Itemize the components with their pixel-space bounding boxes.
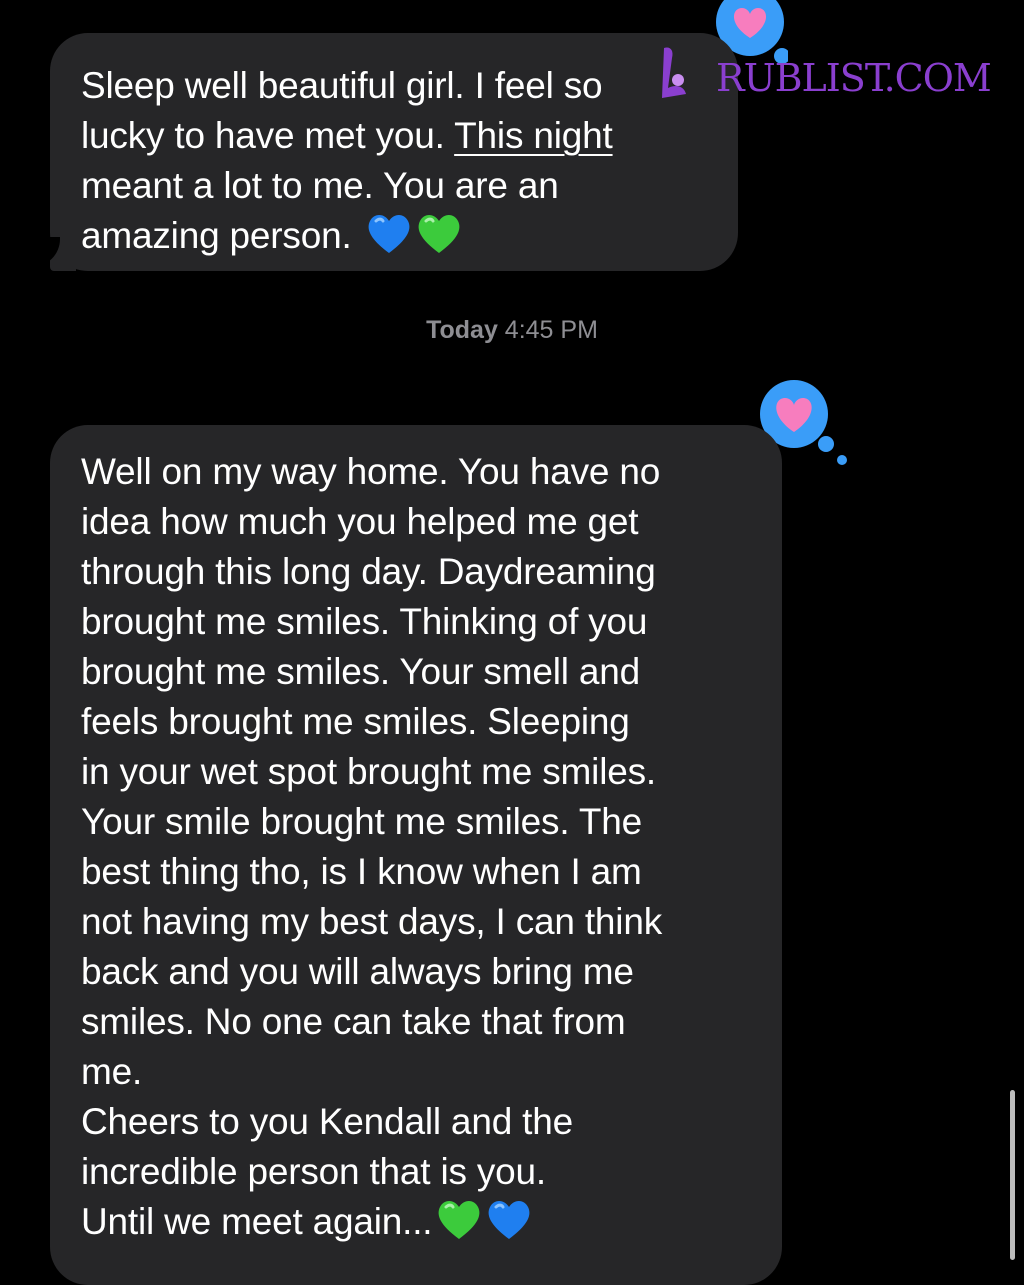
message-bubble[interactable]: Well on my way home. You have no idea ho… bbox=[50, 425, 782, 1285]
message-line: brought me smiles. Thinking of you bbox=[81, 601, 648, 642]
message-line: meant a lot to me. You are an bbox=[81, 165, 559, 206]
message-line: not having my best days, I can think bbox=[81, 901, 663, 942]
blue-heart-icon bbox=[368, 215, 410, 253]
message-line: idea how much you helped me get bbox=[81, 501, 639, 542]
message-line: incredible person that is you. bbox=[81, 1151, 546, 1192]
scrollbar[interactable] bbox=[1010, 1090, 1015, 1260]
timestamp-day: Today bbox=[426, 316, 498, 344]
message-line: brought me smiles. Your smell and bbox=[81, 651, 640, 692]
bubble-tail bbox=[36, 237, 76, 271]
watermark-text: RUBLIST.COM bbox=[716, 56, 992, 100]
message-line: best thing tho, is I know when I am bbox=[81, 851, 642, 892]
message-line: through this long day. Daydreaming bbox=[81, 551, 656, 592]
message-line: back and you will always bring me bbox=[81, 951, 634, 992]
message-line: Your smile brought me smiles. The bbox=[81, 801, 642, 842]
message-line: feels brought me smiles. Sleeping bbox=[81, 701, 630, 742]
blue-heart-icon bbox=[488, 1201, 530, 1239]
message-text: lucky to have met you. bbox=[81, 115, 455, 156]
message-line: amazing person. bbox=[81, 211, 738, 261]
message-line: Until we meet again... bbox=[81, 1197, 782, 1247]
timestamp-time: 4:45 PM bbox=[504, 316, 598, 344]
message-line: in your wet spot brought me smiles. bbox=[81, 751, 656, 792]
timestamp: Today 4:45 PM bbox=[0, 316, 1024, 345]
message-line: Well on my way home. You have no bbox=[81, 451, 661, 492]
data-detector-link[interactable]: This night bbox=[454, 115, 613, 156]
message-line: Sleep well beautiful girl. I feel so bbox=[81, 65, 603, 106]
message-line: Cheers to you Kendall and the bbox=[81, 1101, 573, 1142]
message-line: smiles. No one can take that from bbox=[81, 1001, 626, 1042]
message-text: amazing person. bbox=[81, 215, 362, 256]
green-heart-icon bbox=[438, 1201, 480, 1239]
green-heart-icon bbox=[418, 215, 460, 253]
message-bubble[interactable]: Sleep well beautiful girl. I feel so luc… bbox=[36, 33, 738, 271]
watermark-logo: RUBLIST.COM bbox=[656, 44, 992, 104]
message-text: Until we meet again... bbox=[81, 1201, 433, 1242]
watermark-icon bbox=[662, 47, 686, 98]
message-line: me. bbox=[81, 1051, 143, 1092]
message-line: lucky to have met you. This night bbox=[81, 111, 738, 161]
